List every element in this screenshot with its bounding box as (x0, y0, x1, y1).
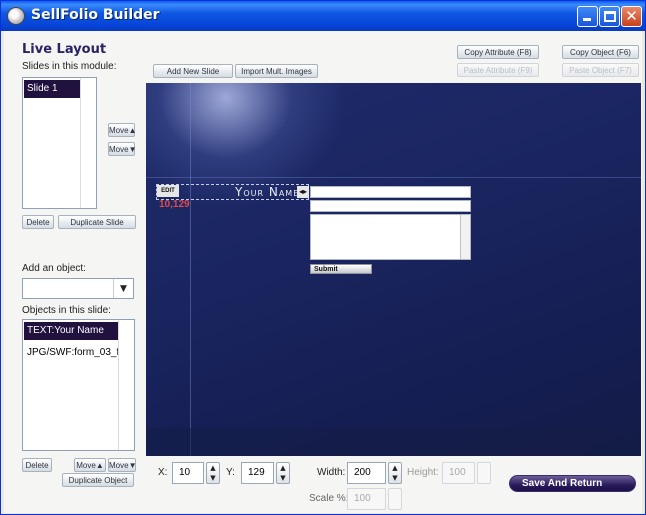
form-text-field[interactable] (310, 186, 471, 198)
title-bar[interactable]: SellFolio Builder ✕ (1, 1, 645, 31)
chevron-down-icon[interactable]: ▼ (113, 279, 133, 298)
minimize-button[interactable] (577, 6, 598, 27)
height-stepper (477, 462, 491, 484)
object-item[interactable]: JPG/SWF:form_03_fi (24, 344, 118, 362)
width-label: Width: (317, 467, 346, 478)
add-object-select[interactable]: ▼ (22, 278, 134, 299)
objects-scrollbar[interactable] (118, 320, 134, 450)
duplicate-slide-button[interactable]: Duplicate Slide (58, 215, 136, 229)
slides-list[interactable]: Slide 1 (22, 77, 97, 209)
guide-line (146, 177, 641, 178)
form-text-field[interactable] (310, 200, 471, 212)
y-stepper[interactable]: ▲ ▼ (276, 462, 290, 484)
objects-list[interactable]: TEXT:Your Name JPG/SWF:form_03_fi (22, 319, 135, 451)
delete-slide-button[interactable]: Delete (22, 215, 54, 229)
scale-input: 100 (347, 488, 386, 510)
slide-stage[interactable]: EDIT Your Name ◂▸ 10,129 Submit (146, 83, 641, 456)
slide-item[interactable]: Slide 1 (24, 80, 80, 98)
duplicate-object-button[interactable]: Duplicate Object (62, 473, 134, 487)
delete-object-button[interactable]: Delete (22, 458, 52, 472)
form-textarea[interactable] (310, 214, 471, 260)
y-label: Y: (226, 467, 235, 478)
close-icon: ✕ (625, 7, 638, 25)
width-stepper[interactable]: ▲ ▼ (388, 462, 402, 484)
builder-panel: Live Layout Slides in this module: Slide… (4, 31, 642, 513)
add-new-slide-button[interactable]: Add New Slide (153, 64, 233, 78)
y-input[interactable]: 129 (241, 462, 274, 484)
text-object[interactable]: EDIT Your Name ◂▸ (156, 184, 309, 200)
slides-label: Slides in this module: (22, 61, 117, 72)
maximize-button[interactable] (599, 6, 620, 27)
text-object-label: Your Name (235, 185, 300, 199)
resize-handle-icon[interactable]: ◂▸ (297, 186, 309, 198)
slide-move-up-button[interactable]: Move▲ (108, 123, 136, 137)
width-input[interactable]: 200 (347, 462, 386, 484)
edit-tag[interactable]: EDIT (157, 185, 179, 197)
maximize-icon (604, 11, 616, 22)
paste-object-button: Paste Object (F7) (562, 63, 639, 77)
guide-line (190, 83, 191, 456)
import-images-button[interactable]: Import Mult. Images (235, 64, 318, 78)
save-and-return-button[interactable]: Save And Return (509, 475, 636, 492)
slide-move-down-button[interactable]: Move▼ (108, 142, 136, 156)
height-label: Height: (407, 467, 439, 478)
page-title: Live Layout (22, 42, 107, 57)
x-label: X: (158, 467, 168, 478)
x-stepper[interactable]: ▲ ▼ (206, 462, 220, 484)
window-title: SellFolio Builder (31, 7, 160, 23)
close-button[interactable]: ✕ (621, 6, 642, 27)
paste-attribute-button: Paste Attribute (F9) (457, 63, 539, 77)
object-move-down-button[interactable]: Move▼ (108, 458, 136, 472)
objects-label: Objects in this slide: (22, 305, 111, 316)
slides-scrollbar[interactable] (80, 78, 96, 208)
scale-stepper (388, 488, 402, 510)
copy-object-button[interactable]: Copy Object (F6) (562, 45, 639, 59)
stage-bottom-band (146, 428, 641, 456)
form-textarea-scrollbar[interactable] (460, 215, 470, 259)
object-move-up-button[interactable]: Move▲ (74, 458, 106, 472)
add-object-label: Add an object: (22, 263, 86, 274)
copy-attribute-button[interactable]: Copy Attribute (F8) (457, 45, 539, 59)
x-input[interactable]: 10 (172, 462, 204, 484)
form-submit-button[interactable]: Submit (310, 264, 372, 274)
scale-label: Scale %: (309, 493, 349, 504)
height-input: 100 (442, 462, 475, 484)
minimize-icon (583, 18, 591, 21)
object-item[interactable]: TEXT:Your Name (24, 322, 118, 340)
app-window: SellFolio Builder ✕ Live Layout Slides i… (0, 0, 646, 515)
app-logo-icon (7, 7, 25, 25)
coordinate-readout: 10,129 (159, 199, 190, 210)
